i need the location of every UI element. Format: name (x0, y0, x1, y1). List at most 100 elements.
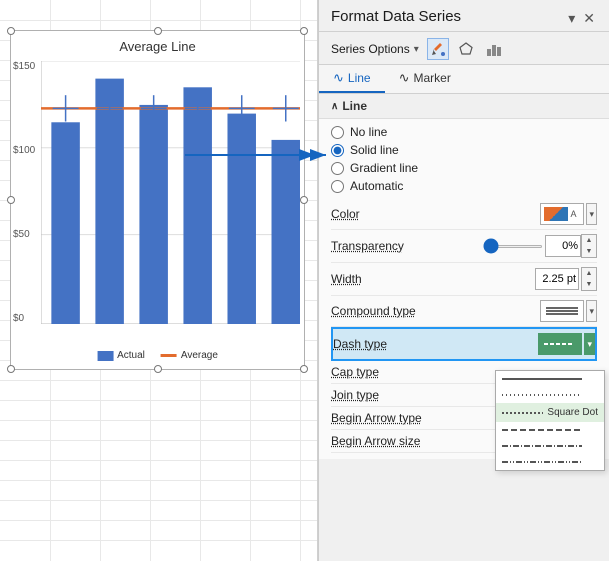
cap-type-label: Cap type (331, 365, 379, 379)
dash-type-label: Dash type (333, 337, 387, 351)
solid-line-radio[interactable] (331, 144, 344, 157)
handle-bl[interactable] (7, 365, 15, 373)
width-up[interactable]: ▲ (582, 268, 596, 279)
tab-marker-label: Marker (414, 71, 451, 85)
width-label: Width (331, 272, 362, 286)
line-section-header[interactable]: ∧ Line (319, 94, 609, 119)
series-options-row: Series Options ▾ (319, 32, 609, 65)
color-row: Color A ▾ (331, 199, 597, 230)
gradient-line-option[interactable]: Gradient line (331, 161, 597, 175)
color-swatch (544, 207, 568, 221)
pentagon-shape-icon[interactable] (455, 38, 477, 60)
series-options-label: Series Options (331, 42, 410, 56)
legend-average: Average (161, 350, 218, 361)
no-line-option[interactable]: No line (331, 125, 597, 139)
y-label-150: $150 (13, 61, 41, 72)
handle-bc[interactable] (154, 365, 162, 373)
dash-option-dotted[interactable] (496, 387, 604, 403)
dash-option-solid[interactable] (496, 371, 604, 387)
dash-solid-svg (502, 375, 582, 383)
chart-legend: Actual Average (97, 350, 218, 361)
series-options-dropdown-icon[interactable]: ▾ (414, 44, 419, 55)
color-label: Color (331, 207, 360, 221)
section-collapse-icon: ∧ (331, 101, 338, 112)
panel-header: Format Data Series ▾ ✕ (319, 0, 609, 32)
dash-type-control: ▾ (538, 333, 595, 355)
panel-title: Format Data Series (331, 8, 461, 31)
dash-dashed-svg (502, 426, 582, 434)
handle-tl[interactable] (7, 27, 15, 35)
no-line-radio[interactable] (331, 126, 344, 139)
transparency-row: Transparency ▲ ▼ (331, 230, 597, 263)
width-row: Width ▲ ▼ (331, 263, 597, 296)
marker-wave-icon: ∿ (399, 70, 410, 86)
dash-dotted-svg (502, 391, 582, 399)
radio-group: No line Solid line Gradient line Automat… (331, 125, 597, 193)
panel-header-icons: ▾ ✕ (566, 8, 597, 29)
begin-arrow-size-label: Begin Arrow size (331, 434, 420, 448)
dash-type-dropdown[interactable]: Square Dot (495, 370, 605, 471)
chart-container[interactable]: Average Line $150 $100 $50 $0 (10, 30, 305, 370)
begin-arrow-type-label: Begin Arrow type (331, 411, 422, 425)
solid-line-label: Solid line (350, 143, 399, 157)
handle-tr[interactable] (300, 27, 308, 35)
transparency-down[interactable]: ▼ (582, 246, 596, 257)
format-panel: Format Data Series ▾ ✕ Series Options ▾ (318, 0, 609, 561)
dash-option-square-dot[interactable]: Square Dot (496, 403, 604, 422)
dash-type-row: Dash type ▾ (331, 327, 597, 361)
legend-actual-color (97, 351, 113, 361)
handle-br[interactable] (300, 365, 308, 373)
chart-title: Average Line (11, 39, 304, 54)
gradient-line-label: Gradient line (350, 161, 418, 175)
collapse-panel-button[interactable]: ▾ (566, 8, 577, 29)
dash-option-dash-dot-dot[interactable] (496, 454, 604, 470)
dash-type-button[interactable] (538, 333, 582, 355)
square-dot-label: Square Dot (547, 407, 598, 418)
tab-line[interactable]: ∿ Line (319, 65, 385, 93)
tab-line-label: Line (348, 71, 371, 85)
join-type-label: Join type (331, 388, 379, 402)
handle-tc[interactable] (154, 27, 162, 35)
color-dropdown-arrow[interactable]: ▾ (586, 203, 597, 225)
width-down[interactable]: ▼ (582, 279, 596, 290)
transparency-control: ▲ ▼ (483, 234, 597, 258)
series-icons (427, 38, 505, 60)
solid-line-option[interactable]: Solid line (331, 143, 597, 157)
color-control: A ▾ (540, 203, 597, 225)
line-wave-icon: ∿ (333, 70, 344, 86)
dash-icon-svg (544, 337, 576, 351)
line-section-label: Line (342, 99, 367, 113)
transparency-value-input[interactable] (545, 235, 581, 257)
compound-type-row: Compound type ▾ (331, 296, 597, 327)
color-picker-button[interactable]: A (540, 203, 584, 225)
transparency-spinner: ▲ ▼ (581, 234, 597, 258)
tab-marker[interactable]: ∿ Marker (385, 65, 465, 93)
close-panel-button[interactable]: ✕ (581, 8, 597, 29)
panel-body: ∧ Line No line Solid line Gradient line (319, 94, 609, 561)
transparency-up[interactable]: ▲ (582, 235, 596, 246)
color-btn-text: A (570, 209, 576, 219)
compound-type-button[interactable] (540, 300, 584, 322)
automatic-option[interactable]: Automatic (331, 179, 597, 193)
no-line-label: No line (350, 125, 387, 139)
y-label-100: $100 (13, 145, 41, 156)
transparency-label: Transparency (331, 239, 404, 253)
dash-dropdown-arrow[interactable]: ▾ (584, 333, 595, 355)
transparency-slider[interactable] (483, 245, 543, 248)
dash-option-dash-dot[interactable] (496, 438, 604, 454)
compound-dropdown-arrow[interactable]: ▾ (586, 300, 597, 322)
automatic-radio[interactable] (331, 180, 344, 193)
legend-actual: Actual (97, 350, 145, 361)
width-control: ▲ ▼ (535, 267, 597, 291)
paint-bucket-icon[interactable] (427, 38, 449, 60)
dash-square-dot-svg (502, 409, 543, 417)
dash-option-dashed[interactable] (496, 422, 604, 438)
compound-type-control: ▾ (540, 300, 597, 322)
legend-average-color (161, 354, 177, 357)
width-input[interactable] (535, 268, 579, 290)
bar-chart-series-icon[interactable] (483, 38, 505, 60)
gradient-line-radio[interactable] (331, 162, 344, 175)
y-label-0: $0 (13, 313, 41, 324)
legend-average-label: Average (181, 350, 218, 361)
tabs-row: ∿ Line ∿ Marker (319, 65, 609, 94)
